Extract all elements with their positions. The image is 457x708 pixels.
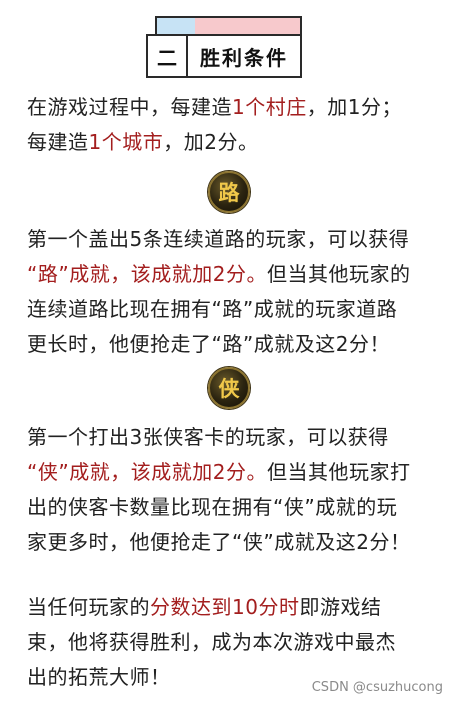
road-paragraph: 第一个盖出5条连续道路的玩家，可以获得 “路”成就，该成就加2分。但当其他玩家的… bbox=[27, 222, 437, 362]
heading-title: 胜利条件 bbox=[200, 45, 288, 70]
ending-highlight: 分数达到10分时 bbox=[150, 595, 300, 619]
knight-badge-icon: 侠 bbox=[208, 367, 250, 409]
road-highlight: “路”成就，该成就加2分。 bbox=[27, 262, 267, 286]
road-badge-icon: 路 bbox=[208, 171, 250, 213]
knight-text: 家更多时，他便抢走了“侠”成就及这2分！ bbox=[27, 530, 411, 554]
intro-highlight: 1个城市 bbox=[88, 130, 164, 154]
watermark: CSDN @csuzhucong bbox=[311, 680, 443, 695]
section-heading: 二 胜利条件 bbox=[146, 16, 302, 78]
road-text: 第一个盖出5条连续道路的玩家，可以获得 bbox=[27, 227, 410, 251]
heading-number: 二 bbox=[148, 36, 188, 76]
knight-text: 第一个打出3张侠客卡的玩家，可以获得 bbox=[27, 425, 389, 449]
intro-text: ，加2分。 bbox=[163, 130, 259, 154]
ending-text: 束，他将获得胜利，成为本次游戏中最杰 bbox=[27, 630, 396, 654]
intro-text: 在游戏过程中，每建造 bbox=[27, 95, 232, 119]
knight-text: 但当其他玩家打 bbox=[266, 460, 411, 484]
intro-highlight: 1个村庄 bbox=[232, 95, 307, 119]
ending-text: 当任何玩家的 bbox=[27, 595, 150, 619]
road-text: 更长时，他便抢走了“路”成就及这2分！ bbox=[27, 332, 390, 356]
intro-text: 每建造 bbox=[27, 130, 89, 154]
knight-highlight: “侠”成就，该成就加2分。 bbox=[27, 460, 267, 484]
heading-box: 二 胜利条件 bbox=[146, 34, 302, 78]
road-text: 连续道路比现在拥有“路”成就的玩家道路 bbox=[27, 297, 398, 321]
ending-text: 出的拓荒大师！ bbox=[27, 665, 171, 689]
knight-paragraph: 第一个打出3张侠客卡的玩家，可以获得 “侠”成就，该成就加2分。但当其他玩家打 … bbox=[27, 420, 437, 560]
intro-text: ，加1分； bbox=[306, 95, 402, 119]
knight-text: 出的侠客卡数量比现在拥有“侠”成就的玩 bbox=[27, 495, 398, 519]
intro-paragraph: 在游戏过程中，每建造1个村庄，加1分； 每建造1个城市，加2分。 bbox=[27, 90, 437, 160]
ending-text: 即游戏结 bbox=[299, 595, 382, 619]
road-text: 但当其他玩家的 bbox=[266, 262, 411, 286]
